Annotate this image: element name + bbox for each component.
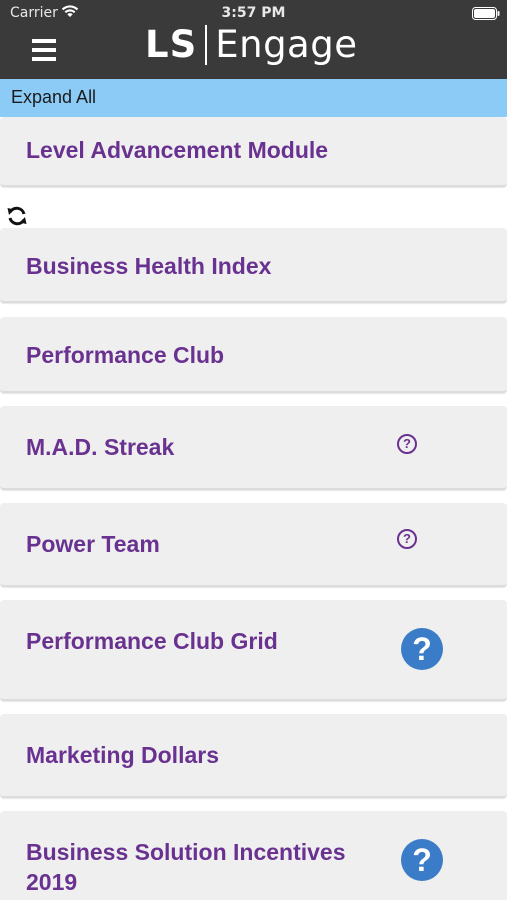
expand-all-bar[interactable]: Expand All (0, 79, 507, 117)
help-icon[interactable]: ? (401, 628, 443, 670)
logo-engage-text: Engage (215, 23, 358, 66)
logo-ls-text: LS (145, 23, 198, 66)
module-title: M.A.D. Streak (26, 434, 175, 460)
logo-divider (205, 25, 208, 65)
battery-icon (472, 7, 500, 20)
help-icon[interactable]: ? (401, 839, 443, 881)
module-card-marketing-dollars[interactable]: Marketing Dollars (0, 714, 507, 798)
module-card-performance-club[interactable]: Performance Club (0, 317, 507, 393)
module-card-business-solution-incentives[interactable]: Business Solution Incentives 2019 ? (0, 811, 507, 900)
app-header: Carrier 3:57 PM LS Engage (0, 0, 507, 79)
help-icon[interactable]: ? (397, 529, 417, 549)
module-card-mad-streak[interactable]: M.A.D. Streak ? (0, 406, 507, 490)
module-card-performance-club-grid[interactable]: Performance Club Grid ? (0, 600, 507, 701)
module-title: Performance Club (26, 342, 225, 368)
expand-all-label: Expand All (11, 87, 97, 107)
module-title: Business Solution Incentives 2019 (26, 839, 346, 895)
help-icon[interactable]: ? (397, 434, 417, 454)
module-title: Level Advancement Module (26, 137, 329, 163)
module-title: Performance Club Grid (26, 628, 278, 654)
module-title: Power Team (26, 531, 160, 557)
app-screen: Carrier 3:57 PM LS Engage Expand All Leve… (0, 0, 507, 900)
app-logo: LS Engage (145, 22, 357, 68)
status-time: 3:57 PM (221, 5, 286, 21)
module-card-level-advancement[interactable]: Level Advancement Module (0, 117, 507, 187)
module-card-power-team[interactable]: Power Team ? (0, 503, 507, 587)
module-title: Business Health Index (26, 253, 272, 279)
module-card-business-health-index[interactable]: Business Health Index (0, 228, 507, 303)
hamburger-icon[interactable] (32, 39, 56, 61)
refresh-icon[interactable] (6, 205, 28, 227)
module-title: Marketing Dollars (26, 742, 219, 768)
